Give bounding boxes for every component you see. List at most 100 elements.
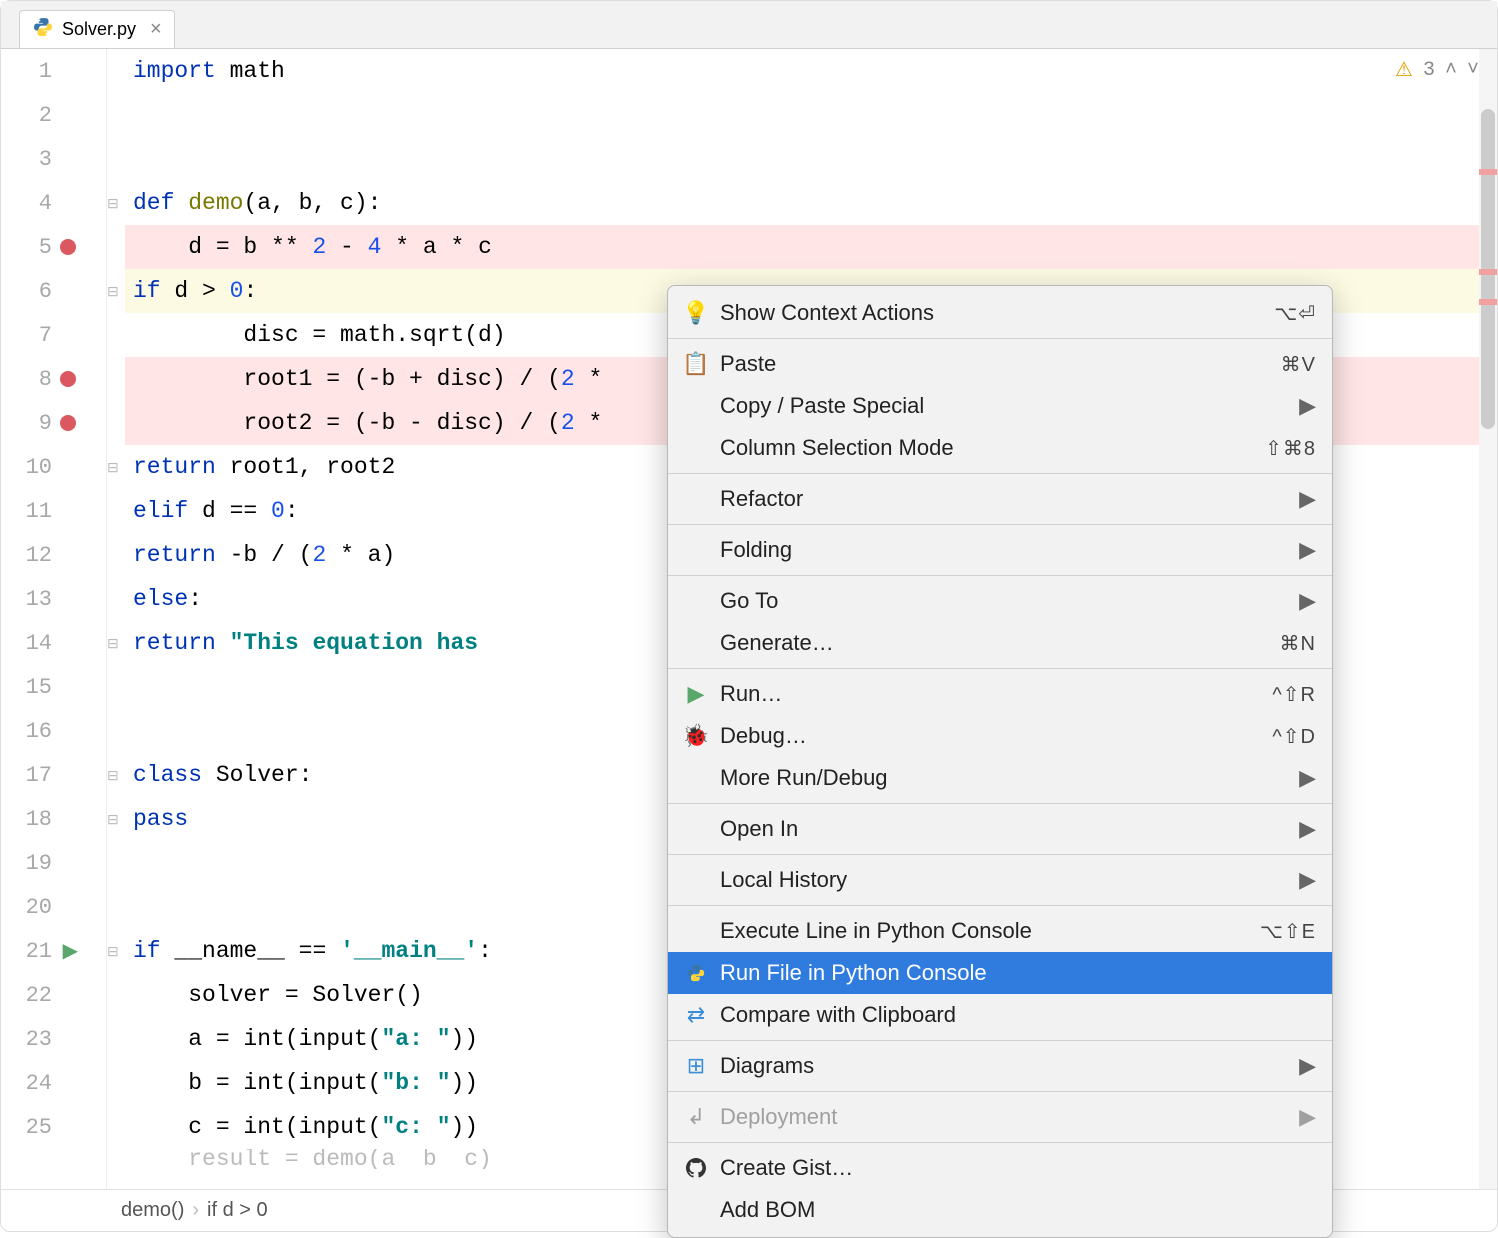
bug-icon: 🐞: [684, 723, 708, 749]
menu-shortcut: ^⇧R: [1272, 682, 1316, 707]
gutter-line[interactable]: 3: [1, 137, 106, 181]
menu-item[interactable]: Run File in Python Console: [668, 952, 1332, 994]
github-icon: [684, 1158, 708, 1178]
menu-separator: [668, 575, 1332, 576]
gutter-line[interactable]: 9: [1, 401, 106, 445]
menu-shortcut: ⌘N: [1280, 631, 1316, 656]
menu-item-label: Create Gist…: [720, 1155, 1316, 1181]
context-menu: 💡Show Context Actions⌥⏎📋Paste⌘VCopy / Pa…: [667, 285, 1333, 1238]
code-line[interactable]: def demo(a, b, c):: [125, 181, 1497, 225]
fold-toggle-icon[interactable]: ⊟: [107, 635, 119, 652]
fold-toggle-icon[interactable]: ⊟: [107, 811, 119, 828]
submenu-arrow-icon: ▶: [1299, 867, 1316, 893]
python-file-icon: [32, 16, 54, 43]
submenu-arrow-icon: ▶: [1299, 816, 1316, 842]
gutter-line[interactable]: 18: [1, 797, 106, 841]
breadcrumb-item[interactable]: demo(): [121, 1199, 184, 1222]
gutter-line[interactable]: 19: [1, 841, 106, 885]
menu-item[interactable]: ⇄Compare with Clipboard: [668, 994, 1332, 1036]
breakpoint-icon[interactable]: [60, 415, 76, 431]
gutter-line[interactable]: 11: [1, 489, 106, 533]
menu-separator: [668, 1040, 1332, 1041]
breadcrumb-item[interactable]: if d > 0: [207, 1199, 268, 1222]
menu-separator: [668, 473, 1332, 474]
error-stripe-mark[interactable]: [1479, 299, 1497, 305]
breakpoint-icon[interactable]: [60, 239, 76, 255]
gutter-line[interactable]: 20: [1, 885, 106, 929]
menu-item[interactable]: 💡Show Context Actions⌥⏎: [668, 292, 1332, 334]
gutter-line[interactable]: 22: [1, 973, 106, 1017]
gutter-line[interactable]: 5: [1, 225, 106, 269]
menu-item[interactable]: Folding▶: [668, 529, 1332, 571]
gutter-line[interactable]: 2: [1, 93, 106, 137]
menu-item[interactable]: 📋Paste⌘V: [668, 343, 1332, 385]
close-tab-icon[interactable]: ×: [150, 18, 162, 41]
breakpoint-icon[interactable]: [60, 371, 76, 387]
gutter-line[interactable]: 13: [1, 577, 106, 621]
submenu-arrow-icon: ▶: [1299, 765, 1316, 791]
menu-separator: [668, 338, 1332, 339]
menu-item[interactable]: Create Gist…: [668, 1147, 1332, 1189]
menu-item[interactable]: Generate…⌘N: [668, 622, 1332, 664]
gutter-line[interactable]: 12: [1, 533, 106, 577]
menu-item[interactable]: Local History ▶: [668, 859, 1332, 901]
gutter[interactable]: 123456789101112131415161718192021▶222324…: [1, 49, 107, 1189]
menu-item[interactable]: More Run/Debug ▶: [668, 757, 1332, 799]
menu-separator: [668, 905, 1332, 906]
gutter-line[interactable]: 25: [1, 1105, 106, 1149]
error-stripe-mark[interactable]: [1479, 269, 1497, 275]
run-icon: ▶: [684, 681, 708, 707]
menu-item-label: Copy / Paste Special: [720, 393, 1287, 419]
diff-icon: ⇄: [684, 1002, 708, 1028]
gutter-line[interactable]: 21▶: [1, 929, 106, 973]
menu-item[interactable]: Refactor▶: [668, 478, 1332, 520]
menu-item[interactable]: ⊞Diagrams▶: [668, 1045, 1332, 1087]
inspections-widget[interactable]: ⚠ 3 ˄ ˅: [1395, 57, 1479, 83]
menu-item[interactable]: ▶Run…^⇧R: [668, 673, 1332, 715]
menu-item-label: Local History: [720, 867, 1287, 893]
menu-item[interactable]: Column Selection Mode⇧⌘8: [668, 427, 1332, 469]
gutter-line[interactable]: 10: [1, 445, 106, 489]
menu-item-label: Paste: [720, 351, 1269, 377]
code-line[interactable]: [125, 137, 1497, 181]
gutter-line[interactable]: 7: [1, 313, 106, 357]
fold-toggle-icon[interactable]: ⊟: [107, 283, 119, 300]
gutter-line[interactable]: 15: [1, 665, 106, 709]
menu-item[interactable]: Add BOM: [668, 1189, 1332, 1231]
menu-item[interactable]: Open In▶: [668, 808, 1332, 850]
menu-item-label: More Run/Debug: [720, 765, 1287, 791]
gutter-line[interactable]: 4: [1, 181, 106, 225]
gutter-line[interactable]: 8: [1, 357, 106, 401]
gutter-line[interactable]: 23: [1, 1017, 106, 1061]
code-line[interactable]: import math: [125, 49, 1497, 93]
gutter-line[interactable]: 6: [1, 269, 106, 313]
gutter-line[interactable]: 16: [1, 709, 106, 753]
fold-column[interactable]: ⊟ ⊟ ⊟ ⊟ ⊟ ⊟ ⊟: [107, 49, 125, 1189]
error-stripe-mark[interactable]: [1479, 169, 1497, 175]
code-line[interactable]: [125, 93, 1497, 137]
file-tab[interactable]: Solver.py ×: [19, 10, 175, 48]
menu-item[interactable]: Go To▶: [668, 580, 1332, 622]
submenu-arrow-icon: ▶: [1299, 1104, 1316, 1130]
run-gutter-icon[interactable]: ▶: [63, 938, 78, 964]
gutter-line[interactable]: 1: [1, 49, 106, 93]
tab-filename: Solver.py: [62, 19, 136, 40]
menu-item-label: Deployment: [720, 1104, 1287, 1130]
menu-item[interactable]: 🐞Debug…^⇧D: [668, 715, 1332, 757]
scrollbar-track[interactable]: [1479, 49, 1497, 1189]
code-line[interactable]: d = b ** 2 - 4 * a * c: [125, 225, 1497, 269]
gutter-line[interactable]: 24: [1, 1061, 106, 1105]
fold-toggle-icon[interactable]: ⊟: [107, 459, 119, 476]
gutter-line[interactable]: 14: [1, 621, 106, 665]
menu-item-label: Show Context Actions: [720, 300, 1262, 326]
chevron-up-icon[interactable]: ˄: [1445, 59, 1457, 82]
gutter-line[interactable]: 17: [1, 753, 106, 797]
fold-toggle-icon[interactable]: ⊟: [107, 943, 119, 960]
fold-toggle-icon[interactable]: ⊟: [107, 767, 119, 784]
fold-toggle-icon[interactable]: ⊟: [107, 195, 119, 212]
menu-shortcut: ⇧⌘8: [1265, 436, 1316, 461]
menu-item[interactable]: Execute Line in Python Console⌥⇧E: [668, 910, 1332, 952]
chevron-down-icon[interactable]: ˅: [1467, 59, 1479, 82]
menu-shortcut: ⌥⇧E: [1260, 919, 1316, 944]
menu-item[interactable]: Copy / Paste Special▶: [668, 385, 1332, 427]
